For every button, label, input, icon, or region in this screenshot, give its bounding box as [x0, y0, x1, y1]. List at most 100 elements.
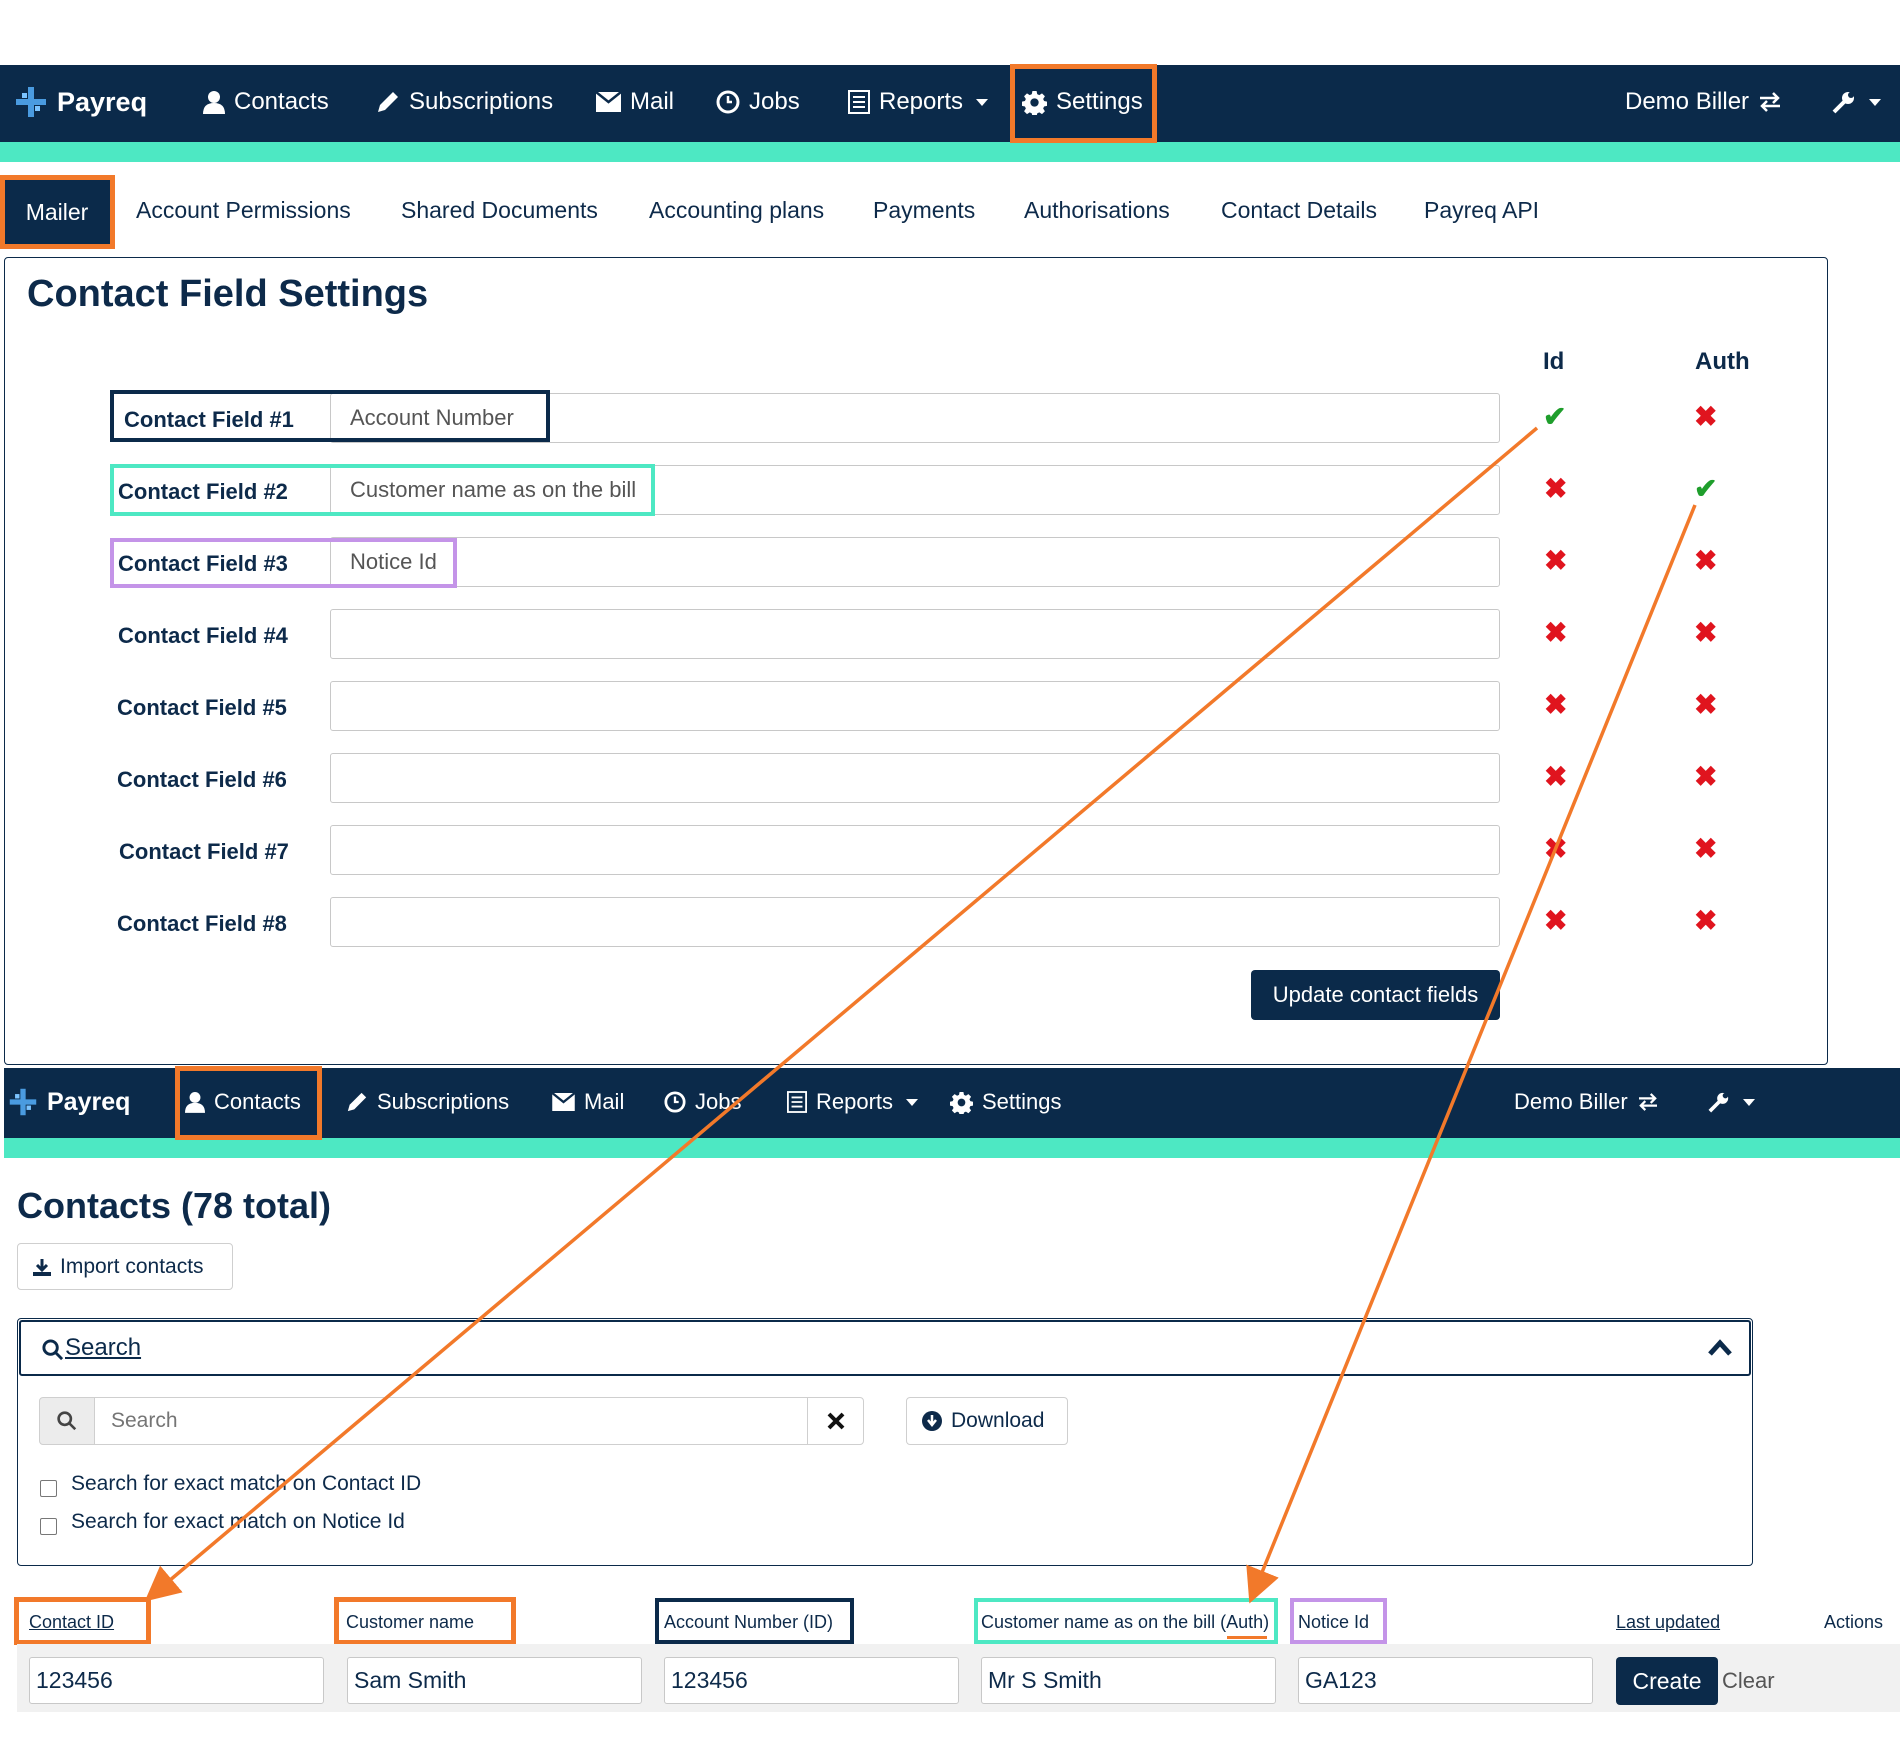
field-input[interactable] [330, 537, 1500, 587]
payreq-logo[interactable]: Payreq [14, 81, 147, 123]
new-account-number-input[interactable]: 123456 [664, 1657, 959, 1704]
new-contact-id-input[interactable]: 123456 [29, 1657, 324, 1704]
nav-settings[interactable]: Settings [950, 1082, 1062, 1122]
field-input[interactable] [330, 681, 1500, 731]
tools-menu[interactable] [1708, 1082, 1755, 1122]
nav-contacts[interactable]: Contacts [203, 81, 329, 123]
update-contact-fields-button[interactable]: Update contact fields [1251, 970, 1500, 1020]
highlight-contacts [175, 1066, 322, 1140]
highlight-col-notice-id [1290, 1598, 1387, 1644]
search-header-link[interactable]: Search [65, 1334, 141, 1362]
field-label: Contact Field #4 [118, 623, 288, 648]
id-cross-icon[interactable]: ✖ [1544, 547, 1567, 575]
id-cross-icon[interactable]: ✖ [1544, 619, 1567, 647]
envelope-icon [596, 92, 621, 112]
auth-cross-icon[interactable]: ✖ [1694, 691, 1717, 719]
highlight-settings [1010, 64, 1157, 143]
tab-shared-documents[interactable]: Shared Documents [401, 197, 598, 224]
pencil-icon [347, 1092, 367, 1112]
search-input-addon [39, 1397, 95, 1445]
chevron-up-icon[interactable] [1707, 1338, 1733, 1358]
col-last-updated[interactable]: Last updated [1616, 1612, 1720, 1633]
highlight-col-contact-id [14, 1597, 151, 1645]
auth-cross-icon[interactable]: ✖ [1694, 907, 1717, 935]
import-contacts-label: Import contacts [60, 1254, 204, 1278]
chevron-down-icon [906, 1098, 919, 1106]
account-switcher[interactable]: Demo Biller [1625, 81, 1782, 123]
import-contacts-button[interactable]: Import contacts [17, 1243, 233, 1290]
clear-search-button[interactable] [807, 1397, 864, 1445]
chevron-down-icon [1869, 98, 1881, 106]
field-input[interactable] [330, 897, 1500, 947]
highlight-col-account-number [655, 1598, 854, 1644]
nav-mail[interactable]: Mail [596, 81, 674, 123]
tab-authorisations[interactable]: Authorisations [1024, 197, 1170, 224]
exact-contact-id-checkbox[interactable] [40, 1480, 57, 1497]
tab-contact-details[interactable]: Contact Details [1221, 197, 1377, 224]
wrench-icon [1832, 92, 1854, 114]
payreq-logo[interactable]: Payreq [8, 1082, 130, 1122]
highlight-mailer [0, 175, 115, 249]
logo-text: Payreq [47, 1087, 131, 1116]
new-customer-name-input[interactable]: Sam Smith [347, 1657, 642, 1704]
field-label: Contact Field #7 [119, 839, 289, 864]
nav-mail[interactable]: Mail [552, 1082, 624, 1122]
nav-reports[interactable]: Reports [848, 81, 989, 123]
id-cross-icon[interactable]: ✖ [1544, 907, 1567, 935]
nav-subscriptions[interactable]: Subscriptions [346, 1082, 509, 1122]
field-label: Contact Field #5 [117, 695, 287, 720]
tab-payreq-api[interactable]: Payreq API [1424, 197, 1539, 224]
clock-icon [716, 90, 740, 114]
exact-notice-id-checkbox[interactable] [40, 1518, 57, 1535]
id-cross-icon[interactable]: ✖ [1544, 691, 1567, 719]
auth-cross-icon[interactable]: ✖ [1694, 547, 1717, 575]
download-icon [922, 1411, 942, 1431]
tools-menu[interactable] [1832, 81, 1881, 123]
field-input[interactable] [330, 825, 1500, 875]
list-icon [787, 1091, 807, 1113]
account-name: Demo Biller [1625, 88, 1750, 115]
auth-cross-icon[interactable]: ✖ [1694, 619, 1717, 647]
auth-cross-icon[interactable]: ✖ [1694, 763, 1717, 791]
nav-reports[interactable]: Reports [787, 1082, 919, 1122]
user-icon [203, 91, 225, 114]
new-customer-name-bill-input[interactable]: Mr S Smith [981, 1657, 1276, 1704]
page-title: Contact Field Settings [27, 273, 429, 315]
field-input[interactable] [330, 609, 1500, 659]
auth-check-icon[interactable]: ✔ [1694, 475, 1717, 503]
payreq-logo-icon [16, 87, 46, 117]
navbar-accent-strip [4, 1138, 1900, 1158]
download-button[interactable]: Download [906, 1397, 1068, 1445]
exact-notice-id-label: Search for exact match on Notice Id [71, 1510, 405, 1533]
search-card-header[interactable]: Search [19, 1320, 1751, 1376]
tab-accounting-plans[interactable]: Accounting plans [649, 197, 824, 224]
nav-jobs[interactable]: Jobs [716, 81, 800, 123]
nav-jobs[interactable]: Jobs [664, 1082, 741, 1122]
payreq-logo-icon [9, 1088, 37, 1116]
id-cross-icon[interactable]: ✖ [1544, 763, 1567, 791]
list-icon [848, 90, 870, 114]
download-label: Download [951, 1409, 1045, 1432]
field-input[interactable] [330, 753, 1500, 803]
create-button[interactable]: Create [1616, 1657, 1718, 1705]
search-input[interactable] [94, 1397, 808, 1445]
envelope-icon [552, 1093, 575, 1111]
navbar-accent-strip [0, 142, 1900, 162]
id-cross-icon[interactable]: ✖ [1544, 835, 1567, 863]
new-notice-id-input[interactable]: GA123 [1298, 1657, 1593, 1704]
nav-mail-label: Mail [630, 88, 675, 115]
auth-cross-icon[interactable]: ✖ [1694, 835, 1717, 863]
nav-subscriptions[interactable]: Subscriptions [376, 81, 553, 123]
clear-link[interactable]: Clear [1722, 1668, 1775, 1694]
highlight-field-2 [110, 464, 655, 516]
id-cross-icon[interactable]: ✖ [1544, 475, 1567, 503]
auth-cross-icon[interactable]: ✖ [1694, 403, 1717, 431]
highlight-field-3 [110, 538, 457, 588]
wrench-icon [1708, 1092, 1729, 1113]
account-switcher[interactable]: Demo Biller [1514, 1082, 1659, 1122]
tab-account-permissions[interactable]: Account Permissions [136, 197, 351, 224]
id-check-icon[interactable]: ✔ [1543, 403, 1566, 431]
tab-payments[interactable]: Payments [873, 197, 975, 224]
search-icon [57, 1411, 77, 1431]
nav-subscriptions-label: Subscriptions [377, 1089, 510, 1114]
